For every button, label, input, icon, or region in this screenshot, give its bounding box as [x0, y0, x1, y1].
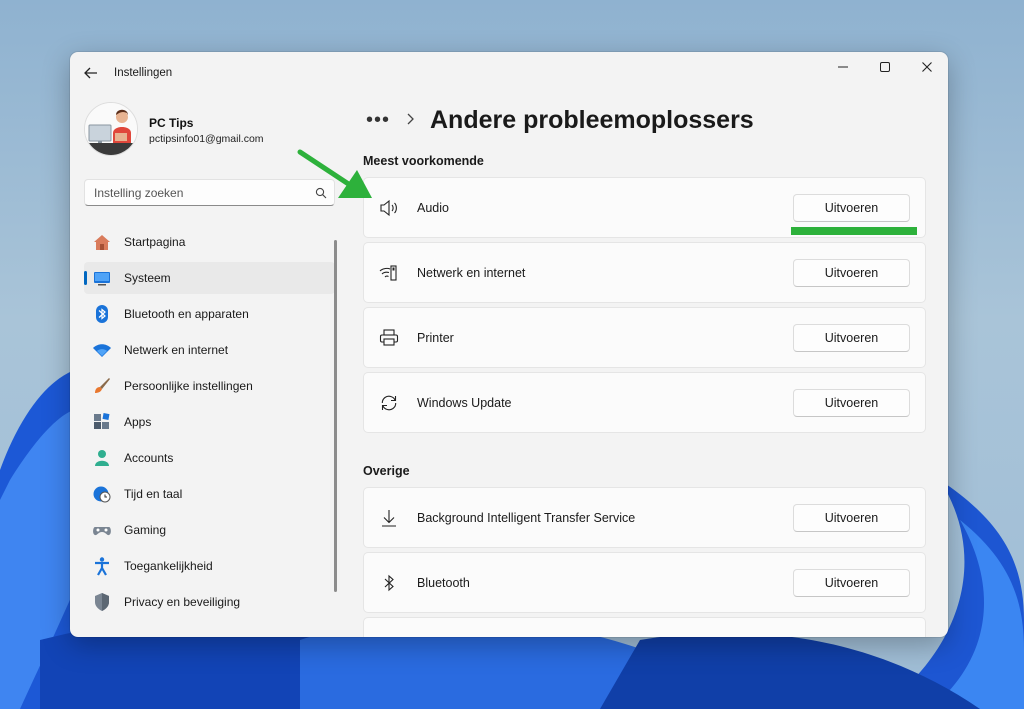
title-bar: Instellingen — [70, 52, 948, 94]
run-windows-update-button[interactable]: Uitvoeren — [793, 388, 910, 417]
shield-icon — [92, 592, 112, 612]
wifi-icon — [92, 340, 112, 360]
troubleshooter-label: Audio — [417, 200, 449, 215]
sidebar-item-label: Bluetooth en apparaten — [124, 307, 249, 321]
sidebar-item-label: Accounts — [124, 451, 174, 465]
sidebar-item-label: Toegankelijkheid — [124, 559, 213, 573]
sidebar-item-privacy[interactable]: Privacy en beveiliging — [84, 586, 335, 618]
troubleshooter-bits: Background Intelligent Transfer Service … — [363, 487, 926, 548]
search-icon — [308, 187, 334, 199]
close-icon — [922, 62, 932, 72]
page-title: Andere probleemoplossers — [430, 105, 754, 134]
troubleshooter-label: Netwerk en internet — [417, 265, 526, 280]
brush-icon — [92, 376, 112, 396]
sidebar-item-label: Gaming — [124, 523, 167, 537]
sync-icon — [378, 392, 400, 414]
minimize-button[interactable] — [822, 52, 864, 82]
download-icon — [378, 507, 400, 529]
search-input[interactable]: Instelling zoeken — [84, 179, 335, 206]
sidebar-item-label: Tijd en taal — [124, 487, 183, 501]
troubleshooter-label: Printer — [417, 330, 454, 345]
sidebar-item-toegankelijkheid[interactable]: Toegankelijkheid — [84, 550, 335, 582]
sidebar-item-netwerk[interactable]: Netwerk en internet — [84, 334, 335, 366]
breadcrumb-more-button[interactable]: ••• — [366, 109, 396, 132]
troubleshooter-label: Windows Update — [417, 395, 512, 410]
troubleshooter-label: Bluetooth — [417, 575, 470, 590]
home-icon — [92, 232, 112, 252]
run-audio-button[interactable]: Uitvoeren — [793, 193, 910, 222]
user-profile[interactable]: PC Tips pctipsinfo01@gmail.com — [84, 102, 334, 162]
minimize-icon — [838, 66, 848, 68]
sidebar-item-label: Persoonlijke instellingen — [124, 379, 253, 393]
close-button[interactable] — [906, 52, 948, 82]
troubleshooter-bluetooth: Bluetooth Uitvoeren — [363, 552, 926, 613]
settings-window: Instellingen PC Tips pctipsinfo01@gmail.… — [70, 52, 948, 637]
network-icon — [378, 262, 400, 284]
run-printer-button[interactable]: Uitvoeren — [793, 323, 910, 352]
avatar — [84, 102, 138, 156]
annotation-highlight-bar — [791, 227, 917, 235]
troubleshooter-printer: Printer Uitvoeren — [363, 307, 926, 368]
search-placeholder: Instelling zoeken — [94, 185, 184, 200]
sidebar-item-tijd-en-taal[interactable]: Tijd en taal — [84, 478, 335, 510]
sidebar-item-label: Privacy en beveiliging — [124, 595, 241, 609]
accessibility-icon — [92, 556, 112, 576]
sidebar-item-label: Netwerk en internet — [124, 343, 229, 357]
speaker-icon — [378, 197, 400, 219]
sidebar-item-label: Apps — [124, 415, 152, 429]
run-bits-button[interactable]: Uitvoeren — [793, 503, 910, 532]
bluetooth-icon — [92, 304, 112, 324]
run-netwerk-button[interactable]: Uitvoeren — [793, 258, 910, 287]
sidebar-item-persoonlijk[interactable]: Persoonlijke instellingen — [84, 370, 335, 402]
section-title-other: Overige — [363, 464, 410, 478]
sidebar-item-bluetooth[interactable]: Bluetooth en apparaten — [84, 298, 335, 330]
clock-globe-icon — [92, 484, 112, 504]
apps-icon — [92, 412, 112, 432]
profile-name: PC Tips — [149, 116, 194, 130]
troubleshooter-next-partial — [363, 617, 926, 637]
window-controls — [822, 52, 948, 84]
app-title: Instellingen — [114, 67, 173, 79]
troubleshooter-windows-update: Windows Update Uitvoeren — [363, 372, 926, 433]
person-icon — [92, 448, 112, 468]
gamepad-icon — [92, 520, 112, 540]
sidebar-item-startpagina[interactable]: Startpagina — [84, 226, 335, 258]
arrow-left-icon — [84, 67, 97, 79]
breadcrumb: ••• Andere probleemoplossers — [366, 104, 754, 136]
sidebar-item-label: Systeem — [124, 271, 171, 285]
printer-icon — [378, 327, 400, 349]
sidebar-item-label: Startpagina — [124, 235, 186, 249]
sidebar-item-apps[interactable]: Apps — [84, 406, 335, 438]
sidebar-scrollbar[interactable] — [334, 240, 337, 592]
profile-email: pctipsinfo01@gmail.com — [149, 133, 264, 145]
bluetooth-icon — [378, 572, 400, 594]
sidebar-item-gaming[interactable]: Gaming — [84, 514, 335, 546]
troubleshooter-label: Background Intelligent Transfer Service — [417, 510, 636, 525]
sidebar-nav: Startpagina Systeem Bluetooth en apparat… — [84, 226, 335, 622]
run-bluetooth-button[interactable]: Uitvoeren — [793, 568, 910, 597]
section-title-common: Meest voorkomende — [363, 154, 484, 168]
troubleshooter-netwerk: Netwerk en internet Uitvoeren — [363, 242, 926, 303]
monitor-icon — [92, 268, 112, 288]
maximize-icon — [880, 62, 890, 72]
sidebar-item-systeem[interactable]: Systeem — [84, 262, 335, 294]
chevron-right-icon — [396, 112, 424, 128]
sidebar-item-accounts[interactable]: Accounts — [84, 442, 335, 474]
maximize-button[interactable] — [864, 52, 906, 82]
back-button[interactable] — [80, 62, 102, 84]
